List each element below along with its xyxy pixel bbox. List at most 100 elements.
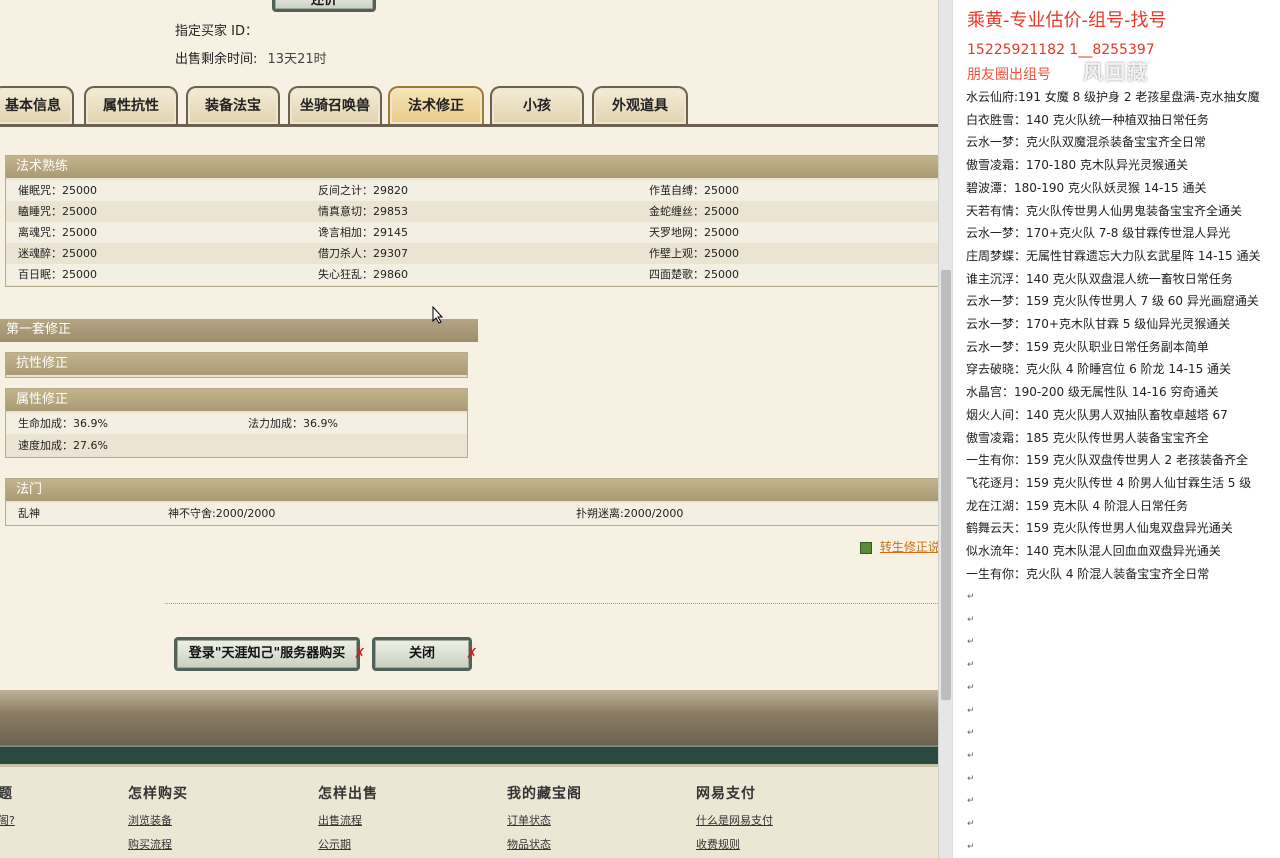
mouse-cursor-icon [432,306,444,324]
remaining-time-row: 出售剩余时间: 13天21时 [175,48,327,67]
doc-line: 傲雪凌霜：185 克火队传世男人装备宝宝齐全 [966,430,1209,445]
doc-line: 飞花逐月：159 克火队传世 4 阶男人仙甘霖生活 5 级 [966,475,1252,490]
footer-link[interactable]: 物品状态 [507,836,551,852]
doc-moments: 朋友圈出组号 [967,67,1051,83]
skill-cell: 谗言相加：29145 [318,226,408,239]
footer: 题 阁? 怎样购买 浏览装备 购买流程 怎样出售 出售流程 公示期 我的藏宝阁 … [0,767,938,858]
skill-row: 离魂咒：25000 谗言相加：29145 天罗地网：25000 [6,222,938,243]
calculator-icon [860,541,872,554]
close-mark-icon: ✗ [354,646,366,662]
paragraph-mark-icon: ↵ [967,705,975,716]
spell-mastery-title: 法术熟练 [6,156,938,178]
footer-link[interactable]: 收费规则 [696,836,740,852]
skill-cell: 百日眠：25000 [18,268,97,281]
footer-col-head: 怎样购买 [128,786,188,802]
tab-label: 小孩 [523,98,551,114]
footer-col-head: 我的藏宝阁 [507,786,582,802]
tab-label: 外观道具 [612,98,668,114]
footer-decoration [0,690,938,748]
first-set-title: 第一套修正 [0,319,478,342]
paragraph-mark-icon: ↵ [967,750,975,761]
paragraph-mark-icon: ↵ [967,841,975,852]
divider [165,603,938,604]
footer-link[interactable]: 订单状态 [507,812,551,828]
tab-mounts-pets[interactable]: 坐骑召唤兽 [288,86,382,124]
paragraph-mark-icon: ↵ [967,637,975,648]
skill-cell: 金蛇缠丝：25000 [649,205,739,218]
tab-appearance[interactable]: 外观道具 [592,86,688,124]
tab-child[interactable]: 小孩 [490,86,584,124]
close-button[interactable]: 关闭 [372,637,472,671]
resist-correction-panel: 抗性修正 [5,352,468,378]
spell-mastery-panel: 法术熟练 催眠咒：25000 反间之计：29820 作茧自缚：25000 瞌睡咒：25… [5,155,938,287]
tab-label: 装备法宝 [205,98,261,114]
counter-offer-button[interactable]: 还价 [272,0,376,12]
doc-line: 似水流年：140 克木队混人回血血双盘异光通关 [966,544,1221,558]
document-pane: 乘黄-专业估价-组号-找号 15225921182 1__8255397 朋友圈… [952,0,1280,858]
paragraph-mark-icon: ↵ [967,819,975,829]
doc-line: 云水一梦：170+克木队甘霖 5 级仙异光灵猴通关 [966,317,1231,331]
close-mark-icon: ✗ [466,646,478,662]
skill-cell: 离魂咒：25000 [18,226,97,239]
game-page: 还价 指定买家 ID： 出售剩余时间: 13天21时 基本信息 属性抗性 装备法… [0,0,938,858]
doc-line: 水云仙府:191 女魔 8 级护身 2 老孩星盘满-克水抽女魔 [966,90,1260,104]
doc-line: 一生有你：159 克火队双盘传世男人 2 老孩装备齐全 [966,453,1248,468]
tab-label: 属性抗性 [103,98,159,114]
footer-link[interactable]: 出售流程 [318,812,362,828]
tab-label: 基本信息 [5,98,61,114]
footer-link[interactable]: 浏览装备 [128,812,172,828]
footer-link[interactable]: 什么是网易支付 [696,812,773,828]
remaining-value: 13天21时 [267,52,327,67]
speed-bonus: 速度加成：27.6% [18,439,108,452]
tab-equipment[interactable]: 装备法宝 [186,86,280,124]
paragraph-mark-icon: ↵ [967,728,975,739]
paragraph-mark-icon: ↵ [967,614,975,625]
paragraph-mark-icon: ↵ [967,773,975,784]
tab-label: 坐骑召唤兽 [300,98,370,114]
doc-line: 云水一梦：159 克火队传世男人 7 级 60 异光画窟通关 [966,294,1259,309]
tab-basic-info[interactable]: 基本信息 [0,86,74,124]
skill-cell: 反间之计：29820 [318,184,408,197]
tab-spell-correction[interactable]: 法术修正 [388,86,484,124]
remaining-label: 出售剩余时间: [175,52,258,67]
rebirth-correction-label: 转生修正说 [879,540,938,554]
footer-col-head: 题 [0,786,13,802]
skill-row: 催眠咒：25000 反间之计：29820 作茧自缚：25000 [6,180,938,201]
resist-correction-title: 抗性修正 [6,353,467,375]
footer-link[interactable]: 阁? [0,812,15,828]
skill-row: 瞌睡咒：25000 情真意切：29853 金蛇缠丝：25000 [6,201,938,222]
login-buy-button[interactable]: 登录"天涯知己"服务器购买 [174,637,360,671]
rebirth-correction-link[interactable]: 转生修正说 [860,538,938,555]
hp-bonus: 生命加成：36.9% [18,417,108,430]
tab-attributes[interactable]: 属性抗性 [84,86,178,124]
vertical-scrollbar[interactable] [938,0,952,858]
skill-cell: 作茧自缚：25000 [649,184,739,197]
doc-line: 一生有你：克火队 4 阶混人装备宝宝齐全日常 [966,566,1210,581]
doc-line: 天若有情：克火队传世男人仙男鬼装备宝宝齐全通关 [966,203,1243,218]
tab-underline [0,124,938,127]
mp-bonus: 法力加成：36.9% [248,417,338,430]
skill-cell: 瞌睡咒：25000 [18,205,97,218]
doc-line: 云水一梦：克火队双魔混杀装备宝宝齐全日常 [966,135,1207,150]
skill-cell: 情真意切：29853 [318,205,408,218]
footer-link[interactable]: 购买流程 [128,836,172,852]
paragraph-mark-icon: ↵ [967,682,975,693]
skill-row: 百日眠：25000 失心狂乱：29860 四面楚歌：25000 [6,264,938,285]
scrollbar-thumb[interactable] [941,270,951,700]
school-item: 扑朔迷离:2000/2000 [576,507,684,520]
school-item: 神不守舍:2000/2000 [168,507,276,520]
doc-line: 水晶宫：190-200 级无属性队 14-16 穷奇通关 [966,385,1219,400]
skill-cell: 作壁上观：25000 [649,247,739,260]
school-item: 乱神 [18,507,40,520]
close-label: 关闭 [408,646,435,661]
school-title: 法门 [6,479,938,501]
watermark: 风回藏 [1083,60,1149,84]
paragraph-mark-icon: ↵ [967,660,975,671]
login-buy-label: 登录"天涯知己"服务器购买 [188,646,346,661]
footer-link[interactable]: 公示期 [318,836,351,852]
doc-line: 穿去破晓：克火队 4 阶睡宫位 6 阶龙 14-15 通关 [966,362,1232,377]
counter-offer-label: 还价 [310,0,337,8]
skill-cell: 四面楚歌：25000 [649,268,739,281]
doc-line: 白衣胜雪：140 克火队统一种植双抽日常任务 [966,112,1209,127]
tab-label: 法术修正 [408,98,464,114]
